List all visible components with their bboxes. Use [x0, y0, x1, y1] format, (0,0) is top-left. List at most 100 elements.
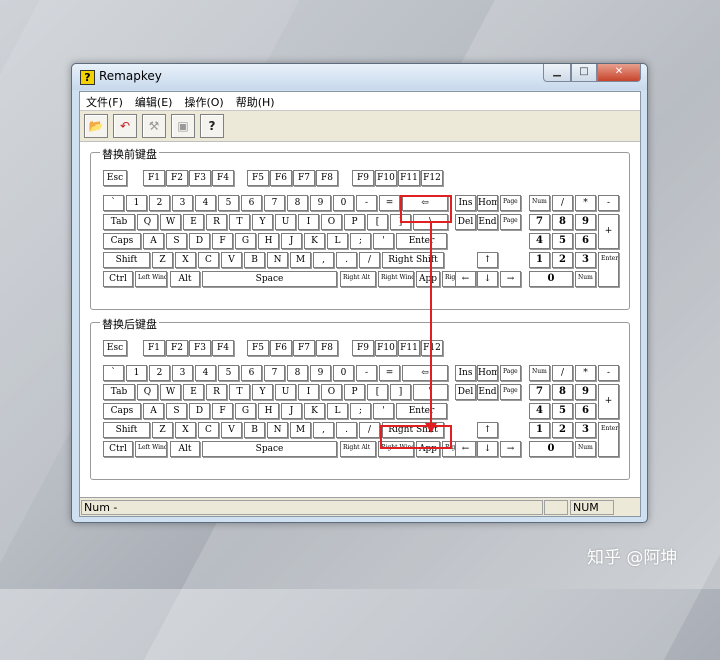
key-row2-6[interactable]: Y — [252, 384, 273, 400]
key-num-1[interactable]: 1 — [529, 422, 550, 438]
menu-help[interactable]: 帮助(H) — [230, 92, 281, 110]
key-f6[interactable]: F6 — [270, 170, 292, 186]
key-num-0[interactable]: 0 — [529, 271, 573, 287]
key-num-8[interactable]: 8 — [552, 384, 573, 400]
key-up[interactable]: ↑ — [477, 252, 498, 268]
key-num-plus[interactable]: + — [598, 384, 619, 419]
key-row4-3[interactable]: C — [198, 422, 219, 438]
key-9[interactable]: 8 — [287, 195, 308, 211]
key-row4-8[interactable]: , — [313, 422, 334, 438]
key-11[interactable]: 0 — [333, 365, 354, 381]
key-row4-7[interactable]: M — [290, 252, 311, 268]
key-8[interactable]: 7 — [264, 195, 285, 211]
key-row5-4[interactable]: Right Alt — [340, 271, 376, 287]
key-row2-3[interactable]: E — [183, 384, 204, 400]
key-row4-4[interactable]: V — [221, 422, 242, 438]
key-row4-8[interactable]: , — [313, 252, 334, 268]
key-num-del[interactable]: Num Del — [575, 441, 596, 457]
key-row2-12[interactable]: ] — [390, 384, 411, 400]
key-1[interactable]: ` — [103, 195, 124, 211]
key-num-3[interactable]: 3 — [575, 252, 596, 268]
key-num-1[interactable]: 1 — [529, 252, 550, 268]
key-backspace[interactable]: ⇦ — [402, 365, 448, 381]
key-7[interactable]: 6 — [241, 195, 262, 211]
menu-action[interactable]: 操作(O) — [178, 92, 229, 110]
key-row4-0[interactable]: Shift — [103, 252, 150, 268]
key-nav1-0[interactable]: Ins — [455, 195, 476, 211]
key-2[interactable]: 1 — [126, 195, 147, 211]
key-num-2[interactable]: 2 — [552, 252, 573, 268]
key-6[interactable]: 5 — [218, 365, 239, 381]
key-f4[interactable]: F4 — [212, 340, 234, 356]
key-f1[interactable]: F1 — [143, 340, 165, 356]
key-row2-1[interactable]: Q — [137, 214, 158, 230]
key-esc[interactable]: Esc — [103, 170, 127, 186]
key-row2-2[interactable]: W — [160, 384, 181, 400]
key-num-5[interactable]: 5 — [552, 233, 573, 249]
key-f4[interactable]: F4 — [212, 170, 234, 186]
key-nav2-2[interactable]: Page Down — [500, 214, 521, 230]
key-10[interactable]: 9 — [310, 195, 331, 211]
key-numtop-3[interactable]: - — [598, 195, 619, 211]
key-row2-9[interactable]: O — [321, 384, 342, 400]
key-num-8[interactable]: 8 — [552, 214, 573, 230]
key-row4-6[interactable]: N — [267, 252, 288, 268]
key-row4-1[interactable]: Z — [152, 422, 173, 438]
key-row3-1[interactable]: A — [143, 233, 164, 249]
key-5[interactable]: 4 — [195, 365, 216, 381]
key-nav1-2[interactable]: Page Up — [500, 365, 521, 381]
key-row5-4[interactable]: Right Alt — [340, 441, 376, 457]
key-row2-8[interactable]: I — [298, 214, 319, 230]
key-row5-1[interactable]: Left Windows — [135, 271, 167, 287]
key-f9[interactable]: F9 — [352, 340, 374, 356]
key-row3-7[interactable]: J — [281, 403, 302, 419]
key-row3-6[interactable]: H — [258, 233, 279, 249]
key-up[interactable]: ↑ — [477, 422, 498, 438]
key-num-7[interactable]: 7 — [529, 384, 550, 400]
back-icon[interactable]: ↶ — [113, 114, 137, 138]
key-row3-1[interactable]: A — [143, 403, 164, 419]
key-row4-5[interactable]: B — [244, 252, 265, 268]
key-f7[interactable]: F7 — [293, 170, 315, 186]
key-numtop-0[interactable]: Num Lock — [529, 365, 550, 381]
key-row2-10[interactable]: P — [344, 214, 365, 230]
key-num-9[interactable]: 9 — [575, 214, 596, 230]
key-row3-8[interactable]: K — [304, 233, 325, 249]
key-f11[interactable]: F11 — [398, 170, 420, 186]
key-row2-11[interactable]: [ — [367, 214, 388, 230]
key-num-9[interactable]: 9 — [575, 384, 596, 400]
key-row3-8[interactable]: K — [304, 403, 325, 419]
key-right[interactable]: → — [500, 441, 521, 457]
key-left[interactable]: ← — [455, 441, 476, 457]
tools-icon[interactable]: ⚒ — [142, 114, 166, 138]
key-8[interactable]: 7 — [264, 365, 285, 381]
key-left[interactable]: ← — [455, 271, 476, 287]
key-row4-10[interactable]: / — [359, 252, 380, 268]
key-row3-5[interactable]: G — [235, 233, 256, 249]
key-13[interactable]: = — [379, 365, 400, 381]
key-4[interactable]: 3 — [172, 365, 193, 381]
key-row5-3[interactable]: Space — [202, 441, 337, 457]
key-nav2-1[interactable]: End — [477, 214, 498, 230]
key-row5-6[interactable]: App — [416, 271, 440, 287]
key-row5-0[interactable]: Ctrl — [103, 271, 133, 287]
key-row4-10[interactable]: / — [359, 422, 380, 438]
key-row4-7[interactable]: M — [290, 422, 311, 438]
key-num-6[interactable]: 6 — [575, 233, 596, 249]
key-row2-2[interactable]: W — [160, 214, 181, 230]
key-row2-9[interactable]: O — [321, 214, 342, 230]
key-row4-9[interactable]: . — [336, 422, 357, 438]
key-down[interactable]: ↓ — [477, 271, 498, 287]
key-num-4[interactable]: 4 — [529, 233, 550, 249]
key-f11[interactable]: F11 — [398, 340, 420, 356]
key-row2-7[interactable]: U — [275, 384, 296, 400]
key-num-0[interactable]: 0 — [529, 441, 573, 457]
key-numtop-2[interactable]: * — [575, 365, 596, 381]
key-row2-7[interactable]: U — [275, 214, 296, 230]
key-row2-8[interactable]: I — [298, 384, 319, 400]
key-num-5[interactable]: 5 — [552, 403, 573, 419]
key-3[interactable]: 2 — [149, 365, 170, 381]
open-icon[interactable]: 📂 — [84, 114, 108, 138]
key-f7[interactable]: F7 — [293, 340, 315, 356]
key-row4-9[interactable]: . — [336, 252, 357, 268]
